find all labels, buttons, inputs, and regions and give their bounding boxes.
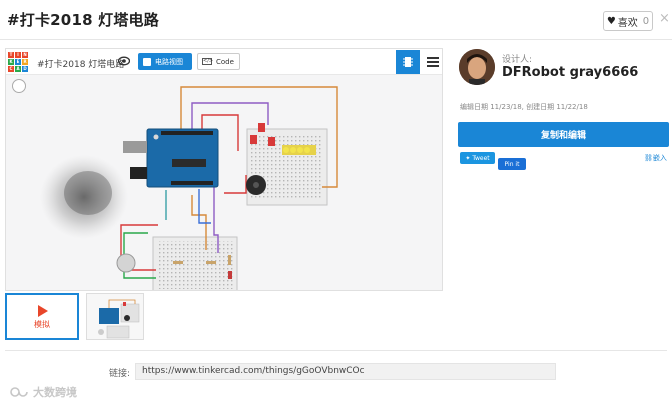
led-yellow bbox=[283, 147, 289, 153]
watermark-text: 大数跨境 bbox=[33, 386, 77, 399]
gas-sensor bbox=[116, 253, 136, 273]
arduino-reset bbox=[153, 134, 159, 140]
like-count: 0 bbox=[642, 15, 650, 27]
pin-label: Pin it bbox=[504, 160, 520, 168]
play-icon bbox=[38, 305, 48, 317]
divider bbox=[5, 350, 667, 351]
like-button[interactable]: ♥ 喜欢 0 bbox=[603, 11, 653, 31]
logo-letter: R bbox=[22, 59, 28, 65]
led-red-1 bbox=[258, 123, 265, 132]
page-title: #打卡2018 灯塔电路 bbox=[7, 11, 159, 29]
logo-letter: T bbox=[8, 52, 14, 58]
pin-it-button[interactable]: Pin it bbox=[498, 158, 526, 170]
simulate-thumbnail[interactable]: 模拟 bbox=[5, 293, 79, 340]
logo-letter: A bbox=[15, 66, 21, 72]
designer-avatar[interactable] bbox=[459, 49, 495, 85]
piezo-center bbox=[253, 182, 259, 188]
copy-and-edit-button[interactable]: 复制和编辑 bbox=[458, 122, 669, 147]
link-icon: ⛓ bbox=[644, 154, 653, 162]
twitter-bird-icon: ✦ bbox=[465, 154, 471, 162]
arduino-header-bottom bbox=[171, 181, 213, 185]
embed-label: 嵌入 bbox=[652, 154, 667, 162]
close-icon[interactable]: × bbox=[659, 11, 670, 26]
list-view-button[interactable] bbox=[422, 50, 442, 74]
wire-blue bbox=[198, 189, 211, 224]
logo-letter: D bbox=[22, 66, 28, 72]
design-dates: 编辑日期 11/23/18, 创建日期 11/22/18 bbox=[460, 103, 588, 111]
viewer-toolbar: TIN KER CAD #打卡2018 灯塔电路 电路视图 </> Code bbox=[6, 49, 442, 75]
designer-name[interactable]: DFRobot gray6666 bbox=[502, 65, 638, 80]
circuit-viewer[interactable]: TIN KER CAD #打卡2018 灯塔电路 电路视图 </> Code bbox=[5, 48, 443, 291]
logo-letter: N bbox=[22, 52, 28, 58]
like-label: 喜欢 bbox=[617, 17, 638, 29]
link-label: 链接: bbox=[109, 369, 131, 379]
logo-letter: C bbox=[8, 66, 14, 72]
header-bar: #打卡2018 灯塔电路 ♥ 喜欢 0 × bbox=[0, 0, 672, 40]
arduino-header-top bbox=[161, 131, 213, 135]
designer-label: 设计人: bbox=[502, 55, 533, 65]
link-url-field[interactable]: https://www.tinkercad.com/things/gGoOVbn… bbox=[135, 363, 556, 380]
resistor bbox=[228, 271, 232, 279]
list-icon bbox=[427, 57, 439, 67]
circuit-thumbnail[interactable] bbox=[86, 293, 144, 340]
components-view-button[interactable] bbox=[396, 50, 420, 74]
zoom-fit-icon[interactable] bbox=[12, 79, 26, 93]
led-red-2 bbox=[250, 135, 257, 144]
tweet-button[interactable]: ✦ Tweet bbox=[460, 152, 495, 164]
watermark-logo-icon bbox=[10, 387, 28, 397]
resistor bbox=[228, 255, 231, 265]
logo-letter: K bbox=[8, 59, 14, 65]
design-name: #打卡2018 灯塔电路 bbox=[37, 60, 125, 70]
led-yellow bbox=[304, 147, 310, 153]
resistor bbox=[173, 261, 183, 264]
code-button[interactable]: </> Code bbox=[197, 53, 240, 70]
watermark: 大数跨境 bbox=[8, 384, 77, 400]
code-label: Code bbox=[216, 57, 234, 66]
eye-icon[interactable] bbox=[118, 56, 130, 66]
circuit-thumbnail-image bbox=[98, 299, 140, 339]
logo-letter: I bbox=[15, 52, 21, 58]
circuit-canvas[interactable] bbox=[6, 75, 443, 291]
logo-letter: E bbox=[15, 59, 21, 65]
led-yellow bbox=[290, 147, 296, 153]
wire-red-right bbox=[224, 175, 247, 194]
resistor bbox=[206, 261, 216, 264]
simulate-label: 模拟 bbox=[34, 320, 50, 329]
led-yellow bbox=[297, 147, 303, 153]
circuit-view-label: 电路视图 bbox=[155, 57, 183, 66]
heart-icon: ♥ bbox=[606, 15, 616, 27]
circuit-view-toggle[interactable]: 电路视图 bbox=[138, 53, 192, 70]
arduino-power bbox=[130, 167, 147, 179]
led-red-3 bbox=[268, 137, 275, 146]
tinkercad-logo: TIN KER CAD bbox=[8, 52, 28, 72]
arduino-chip bbox=[172, 159, 206, 167]
avatar-image bbox=[459, 49, 495, 85]
smoke-cloud-core bbox=[64, 171, 112, 215]
breadboard-bottom-holes bbox=[157, 241, 233, 289]
embed-link[interactable]: ⛓嵌入 bbox=[644, 153, 667, 163]
toggle-icon bbox=[143, 57, 151, 66]
arduino-usb bbox=[123, 141, 147, 153]
tweet-label: Tweet bbox=[472, 154, 490, 162]
chip-icon bbox=[403, 57, 413, 67]
code-icon: </> bbox=[202, 58, 214, 65]
